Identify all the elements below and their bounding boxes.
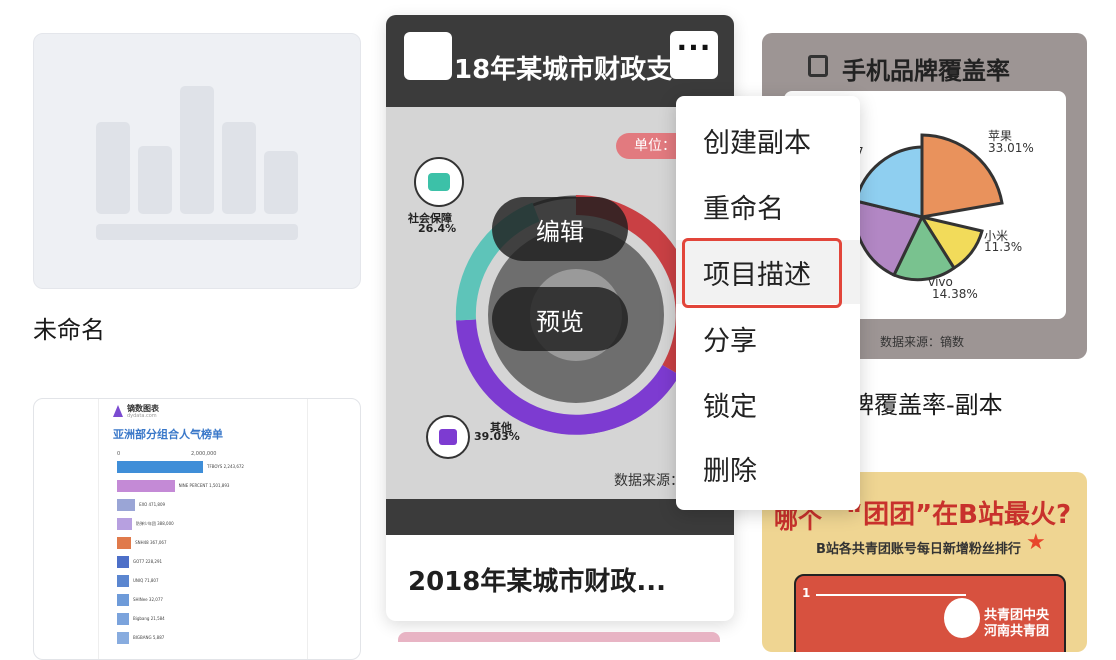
ranking-label: SNH48 367,067 (135, 540, 167, 545)
placeholder-bar (138, 146, 172, 214)
ranking-label: 防弹少年团 388,000 (135, 521, 174, 526)
ranking-bar (117, 499, 136, 511)
axis-mid: 2,000,000 (191, 451, 217, 457)
ranking-label: NINE PERCENT 1,501,893 (178, 483, 230, 488)
placeholder-bar (180, 86, 214, 214)
placeholder-bar (96, 122, 130, 214)
placeholder-bar (264, 151, 298, 214)
ranking-label: SHINee 32,077 (133, 597, 163, 602)
ranking-row: UNIQ 71,807 (117, 575, 303, 587)
xiaomi-pct: 11.3% (984, 240, 1023, 254)
other-pct: 39.03% (474, 430, 520, 443)
highlight-outline (682, 238, 842, 308)
thumb-title: 18年某城市财政支 (454, 55, 673, 85)
social-icon (414, 157, 464, 207)
untitled-project-title[interactable]: 未命名 (33, 310, 105, 345)
list-heading: 亚洲部分组合人气榜单 (113, 428, 223, 441)
bili-chart-area: 1 共青团中央 河南共青团 (794, 574, 1066, 652)
social-pct: 26.4% (418, 222, 457, 235)
ranking-project-card[interactable]: 镝数图表 dydata.com 亚洲部分组合人气榜单 0 2,000,000 T… (33, 398, 361, 660)
ranking-bar (117, 480, 175, 492)
ranking-row: TFBOYS 2,243,672 (117, 461, 303, 473)
menu-item-rename[interactable]: 重命名 (676, 174, 860, 238)
finance-project-title[interactable]: 2018年某城市财政... (408, 561, 666, 598)
axis-start: 0 (117, 451, 121, 457)
ranking-row: SHINee 32,077 (117, 594, 303, 606)
ranking-label: Bigbang 21,584 (133, 616, 165, 621)
ranking-row: BIGBANG 5,887 (117, 632, 303, 644)
ranking-row: Bigbang 21,584 (117, 613, 303, 625)
ranking-label: UNIQ 71,807 (133, 578, 159, 583)
ranking-rows: TFBOYS 2,243,672 NINE PERCENT 1,501,893 EX… (117, 461, 303, 659)
mascot-avatar (944, 598, 980, 638)
rank-one: 1 (802, 586, 811, 600)
rank-line (816, 594, 966, 596)
ranking-bar (117, 518, 132, 530)
placeholder-bar (222, 122, 256, 214)
logo-icon (113, 405, 123, 417)
list-thumb: 镝数图表 dydata.com 亚洲部分组合人气榜单 0 2,000,000 T… (98, 399, 308, 659)
ranking-row: EXO 471,809 (117, 499, 303, 511)
ranking-bar (117, 537, 132, 549)
placeholder-baseline (96, 224, 298, 240)
ranking-label: TFBOYS 2,243,672 (207, 464, 244, 469)
ranking-bar (117, 461, 203, 473)
ranking-bar (117, 613, 129, 625)
pie-source: 数据来源：镝数 (880, 335, 965, 349)
vivo-pct: 14.38% (932, 287, 978, 301)
export-icon (808, 55, 828, 77)
edit-button[interactable]: 编辑 (492, 197, 628, 261)
ranking-row: SNH48 367,067 (117, 537, 303, 549)
badge-line2: 河南共青团 (984, 624, 1050, 639)
bili-title: “团团”在B站最火? (846, 500, 1072, 530)
menu-item-duplicate[interactable]: 创建副本 (676, 108, 860, 172)
ranking-row: GOT7 228,291 (117, 556, 303, 568)
menu-item-share[interactable]: 分享 (676, 306, 860, 370)
menu-item-lock[interactable]: 锁定 (676, 372, 860, 436)
ranking-bar (117, 594, 129, 606)
menu-item-delete[interactable]: 删除 (676, 436, 860, 500)
ranking-label: EXO 471,809 (139, 502, 166, 507)
like-icon (426, 415, 470, 459)
phone-brand-project-title[interactable]: 牌覆盖率-副本 (850, 385, 1003, 420)
ranking-bar (117, 632, 129, 644)
ranking-row: NINE PERCENT 1,501,893 (117, 480, 303, 492)
apple-pct: 33.01% (988, 141, 1034, 155)
more-icon: ··· (676, 31, 712, 64)
ranking-row: 防弹少年团 388,000 (117, 518, 303, 530)
bili-subtitle: B站各共青团账号每日新增粉丝排行 (816, 542, 1021, 557)
ranking-label: GOT7 228,291 (133, 559, 163, 564)
untitled-project-card[interactable] (33, 33, 361, 289)
pie-header: 手机品牌覆盖率 (842, 57, 1010, 85)
star-icon: ★ (1026, 530, 1046, 555)
next-card-edge[interactable] (398, 632, 720, 642)
select-checkbox[interactable] (404, 32, 452, 80)
preview-button[interactable]: 预览 (492, 287, 628, 351)
source-text: 数据来源： (614, 473, 684, 489)
ranking-bar (117, 575, 129, 587)
ranking-bar (117, 556, 129, 568)
logo-sub: dydata.com (127, 413, 157, 419)
project-context-menu: 创建副本 重命名 项目描述 分享 锁定 删除 (676, 96, 860, 510)
more-options-button[interactable]: ··· (670, 31, 718, 79)
